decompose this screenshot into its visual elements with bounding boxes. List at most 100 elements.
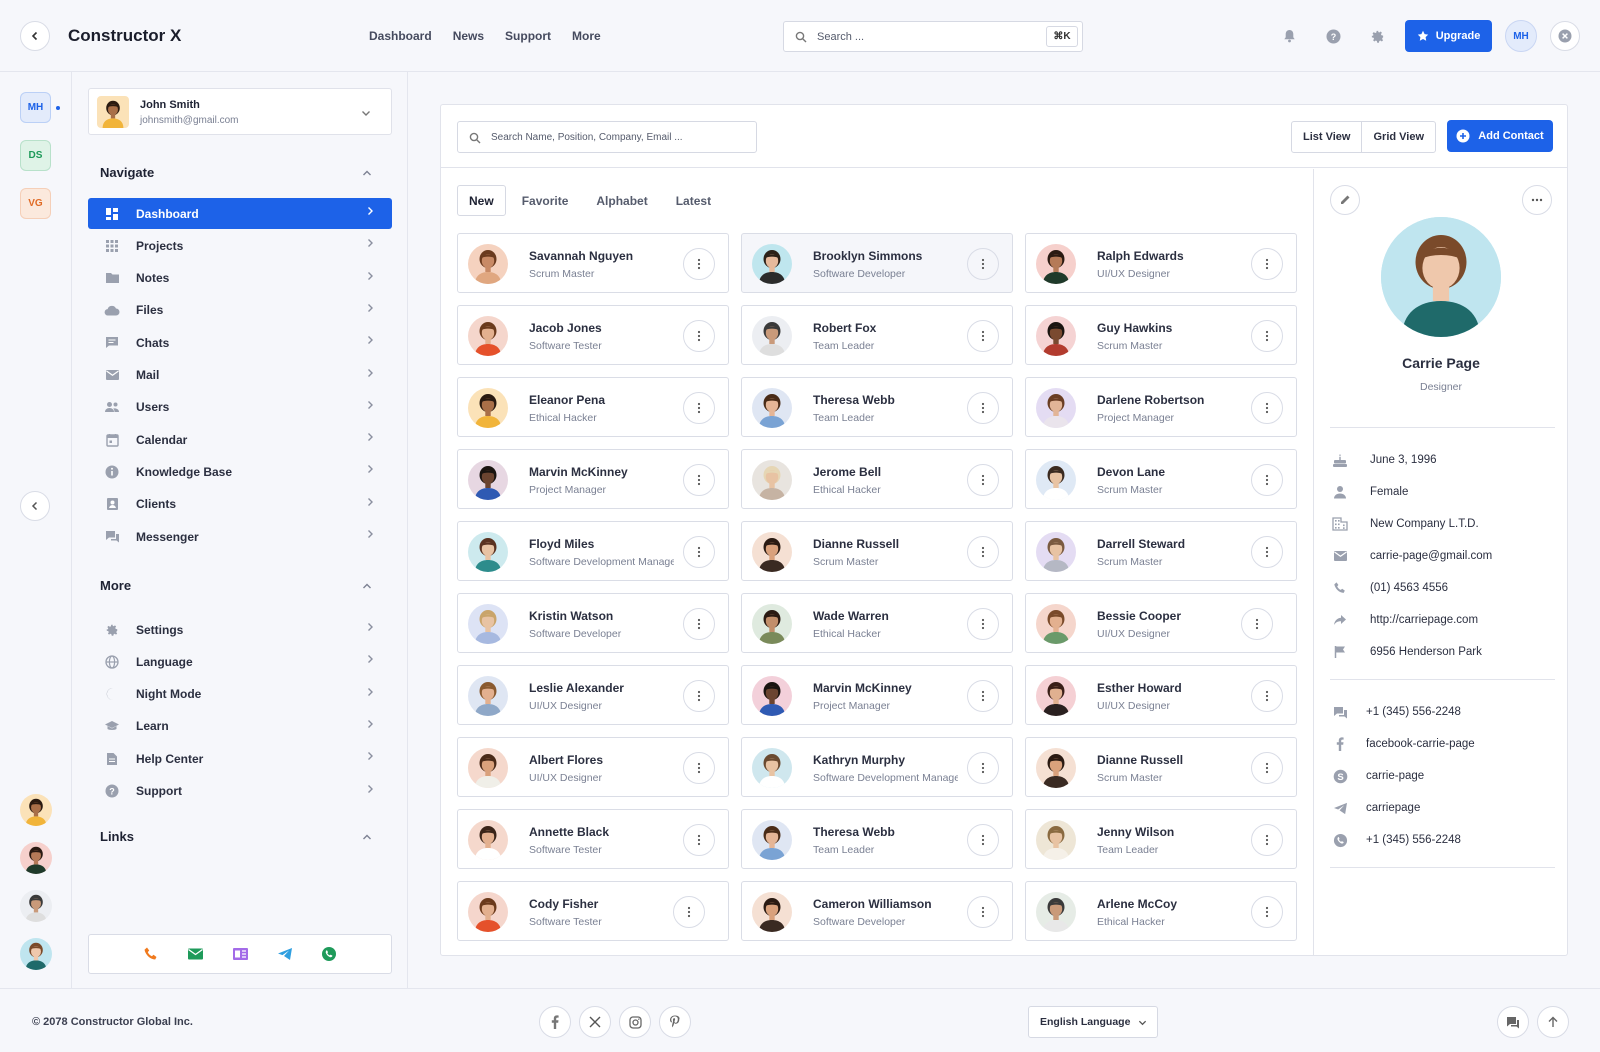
sidebar-item-dashboard[interactable]: Dashboard [88, 198, 392, 229]
collapse-more-icon[interactable] [362, 582, 372, 590]
contact-card[interactable]: Esther Howard UI/UX Designer [1025, 665, 1297, 725]
phone-icon[interactable] [143, 946, 159, 962]
contact-card[interactable]: Darrell Steward Scrum Master [1025, 521, 1297, 581]
sidebar-item-notes[interactable]: Notes [88, 263, 392, 294]
rail-avatar[interactable] [20, 842, 52, 874]
contact-menu-button[interactable] [1241, 608, 1273, 640]
contact-menu-button[interactable] [683, 752, 715, 784]
contact-menu-button[interactable] [683, 464, 715, 496]
sidebar-item-calendar[interactable]: Calendar [88, 424, 392, 455]
contact-card[interactable]: Leslie Alexander UI/UX Designer [457, 665, 729, 725]
sidebar-item-projects[interactable]: Projects [88, 230, 392, 261]
collapse-sidebar-button[interactable] [20, 491, 50, 521]
upgrade-button[interactable]: Upgrade [1405, 20, 1492, 52]
user-avatar[interactable]: MH [1505, 20, 1537, 52]
contact-card[interactable]: Theresa Webb Team Leader [741, 377, 1013, 437]
contact-menu-button[interactable] [1251, 752, 1283, 784]
gear-icon[interactable] [1367, 26, 1387, 46]
contact-card[interactable]: Savannah Nguyen Scrum Master [457, 233, 729, 293]
detail-value[interactable]: http://carriepage.com [1370, 614, 1478, 626]
more-options-button[interactable] [1522, 185, 1552, 215]
facebook-button[interactable] [539, 1006, 571, 1038]
contact-card[interactable]: Eleanor Pena Ethical Hacker [457, 377, 729, 437]
contact-card[interactable]: Cameron Williamson Software Developer [741, 881, 1013, 941]
contact-menu-button[interactable] [683, 536, 715, 568]
mail-icon[interactable] [187, 947, 204, 961]
help-icon[interactable]: ? [1323, 26, 1343, 46]
collapse-navigate-icon[interactable] [362, 169, 372, 177]
tab-new[interactable]: New [457, 185, 506, 216]
collapse-links-icon[interactable] [362, 833, 372, 841]
scroll-top-button[interactable] [1537, 1006, 1569, 1038]
contact-menu-button[interactable] [1251, 464, 1283, 496]
contact-menu-button[interactable] [1251, 896, 1283, 928]
chat-button[interactable] [1497, 1006, 1529, 1038]
sidebar-item-users[interactable]: Users [88, 392, 392, 423]
contact-card[interactable]: Devon Lane Scrum Master [1025, 449, 1297, 509]
topnav-dashboard[interactable]: Dashboard [369, 29, 432, 43]
topnav-news[interactable]: News [453, 29, 484, 43]
contact-menu-button[interactable] [1251, 680, 1283, 712]
contact-menu-button[interactable] [683, 608, 715, 640]
contact-card[interactable]: Marvin McKinney Project Manager [741, 665, 1013, 725]
detail-value[interactable]: Female [1370, 486, 1408, 498]
contact-menu-button[interactable] [1251, 824, 1283, 856]
contact-menu-button[interactable] [683, 824, 715, 856]
sidebar-item-files[interactable]: Files [88, 295, 392, 326]
list-view-button[interactable]: List View [1292, 122, 1363, 152]
telegram-icon[interactable] [277, 947, 293, 961]
whatsapp-icon[interactable] [321, 946, 337, 962]
bell-icon[interactable] [1279, 26, 1299, 46]
sidebar-item-language[interactable]: Language [88, 646, 392, 677]
contact-card[interactable]: Annette Black Software Tester [457, 809, 729, 869]
tab-latest[interactable]: Latest [664, 185, 723, 216]
contact-menu-button[interactable] [967, 464, 999, 496]
sidebar-item-clients[interactable]: Clients [88, 489, 392, 520]
topnav-support[interactable]: Support [505, 29, 551, 43]
sidebar-item-support[interactable]: ? Support [88, 776, 392, 807]
workspace-ds[interactable]: DS [20, 140, 51, 171]
contact-menu-button[interactable] [1251, 248, 1283, 280]
add-contact-button[interactable]: Add Contact [1447, 120, 1553, 152]
contact-menu-button[interactable] [1251, 320, 1283, 352]
sidebar-item-messenger[interactable]: Messenger [88, 521, 392, 552]
sidebar-item-help-center[interactable]: Help Center [88, 743, 392, 774]
contact-card[interactable]: Dianne Russell Scrum Master [741, 521, 1013, 581]
detail-value[interactable]: carrie-page [1366, 770, 1424, 782]
tab-favorite[interactable]: Favorite [510, 185, 581, 216]
contact-card[interactable]: Jacob Jones Software Tester [457, 305, 729, 365]
contact-menu-button[interactable] [1251, 392, 1283, 424]
contact-card[interactable]: Bessie Cooper UI/UX Designer [1025, 593, 1297, 653]
detail-value[interactable]: +1 (345) 556-2248 [1366, 706, 1461, 718]
detail-value[interactable]: +1 (345) 556-2248 [1366, 834, 1461, 846]
x-button[interactable] [579, 1006, 611, 1038]
contact-menu-button[interactable] [967, 752, 999, 784]
contact-card[interactable]: Arlene McCoy Ethical Hacker [1025, 881, 1297, 941]
contact-menu-button[interactable] [967, 608, 999, 640]
detail-value[interactable]: New Company L.T.D. [1370, 518, 1479, 530]
rail-avatar[interactable] [20, 794, 52, 826]
contact-menu-button[interactable] [967, 320, 999, 352]
contact-menu-button[interactable] [967, 248, 999, 280]
contact-menu-button[interactable] [683, 248, 715, 280]
rail-avatar[interactable] [20, 938, 52, 970]
detail-value[interactable]: facebook-carrie-page [1366, 738, 1475, 750]
tab-alphabet[interactable]: Alphabet [584, 185, 659, 216]
contact-card[interactable]: Robert Fox Team Leader [741, 305, 1013, 365]
contact-menu-button[interactable] [683, 680, 715, 712]
news-icon[interactable] [232, 947, 249, 961]
contact-search-input[interactable]: Search Name, Position, Company, Email ..… [457, 121, 757, 153]
detail-value[interactable]: (01) 4563 4556 [1370, 582, 1448, 594]
detail-value[interactable]: 6956 Henderson Park [1370, 646, 1482, 658]
workspace-vg[interactable]: VG [20, 188, 51, 219]
contact-card[interactable]: Theresa Webb Team Leader [741, 809, 1013, 869]
pinterest-button[interactable] [659, 1006, 691, 1038]
contact-menu-button[interactable] [683, 392, 715, 424]
sidebar-item-mail[interactable]: Mail [88, 360, 392, 391]
language-select[interactable]: English Language [1028, 1006, 1158, 1038]
detail-value[interactable]: carriepage [1366, 802, 1420, 814]
account-switcher[interactable]: John Smith johnsmith@gmail.com [88, 88, 392, 135]
grid-view-button[interactable]: Grid View [1362, 122, 1435, 152]
contact-card[interactable]: Brooklyn Simmons Software Developer [741, 233, 1013, 293]
contact-card[interactable]: Wade Warren Ethical Hacker [741, 593, 1013, 653]
